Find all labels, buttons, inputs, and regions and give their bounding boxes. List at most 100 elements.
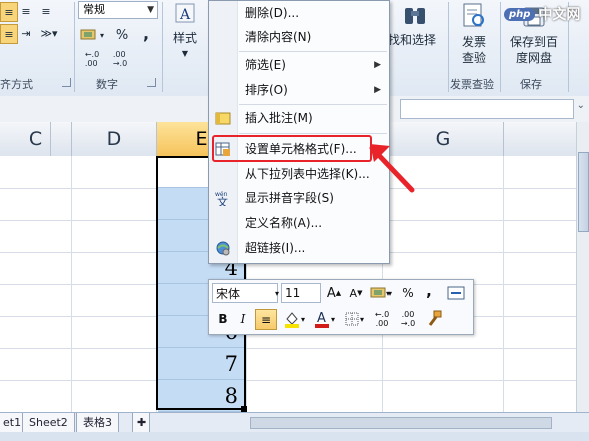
alignment-group-label: 齐方式 [0, 78, 33, 91]
increase-decimal-button[interactable]: ←.0 .00 [80, 48, 104, 70]
menu-item-label: 显示拼音字段(S) [245, 191, 334, 205]
ribbon-divider [162, 2, 163, 92]
currency-icon[interactable]: ▾ [80, 26, 104, 44]
number-format-select[interactable]: 常规 ▼ [78, 1, 158, 19]
grow-font-icon[interactable]: A ▲ [325, 283, 343, 303]
menu-item-clear-contents[interactable]: 清除内容(N) [209, 25, 389, 49]
styles-icon: A [175, 3, 195, 23]
ribbon-divider [74, 2, 75, 92]
cell-e8[interactable]: 8 [158, 380, 244, 412]
mini-toolbar: 宋体 ▾ 11 ▾ A ▲ A ▼ ▾ % , B I ≡ ▾ A ▾ ▾ ←.0.0… [208, 279, 474, 335]
chevron-down-icon: ▼ [147, 5, 154, 15]
shrink-font-icon[interactable]: A ▼ [347, 283, 365, 303]
merge-center-icon[interactable] [445, 283, 467, 303]
vertical-scrollbar[interactable] [576, 122, 589, 412]
justify-button[interactable]: ≡ [0, 24, 18, 44]
status-bar [0, 432, 589, 441]
menu-item-label: 插入批注(M) [245, 111, 313, 125]
orientation-icon[interactable]: ≫▾ [38, 24, 60, 42]
scrollbar-thumb[interactable] [578, 152, 589, 232]
font-name-value: 宋体 [216, 286, 241, 301]
watermark-logo: php 中文网 [504, 4, 588, 24]
horizontal-scrollbar[interactable] [250, 417, 552, 429]
svg-text:A: A [179, 7, 191, 23]
menu-separator [239, 104, 387, 105]
menu-item-define-name[interactable]: 定义名称(A)... [209, 211, 389, 235]
annotation-highlight-box [212, 135, 372, 162]
comma-button[interactable]: , [140, 24, 152, 43]
percent-button[interactable]: % [399, 283, 417, 303]
align-left-button[interactable]: ≡ [0, 2, 18, 22]
column-header-h[interactable] [504, 122, 577, 156]
font-size-value: 11 [285, 286, 301, 300]
font-color-icon[interactable]: A ▾ [311, 309, 337, 329]
decrease-decimal-icon[interactable]: .00 →.0 [397, 309, 419, 329]
comment-icon [215, 112, 231, 125]
column-header-d[interactable]: D [72, 122, 157, 156]
invoice-check-line2: 查验 [461, 51, 486, 65]
cell-e7[interactable]: 7 [158, 348, 244, 380]
alignment-dialog-launcher[interactable] [62, 78, 71, 87]
context-menu: 删除(D)... 清除内容(N) 筛选(E) ▶ 排序(O) ▶ 插入批注(M)… [208, 0, 390, 264]
menu-item-sort[interactable]: 排序(O) ▶ [209, 78, 389, 102]
number-dialog-launcher[interactable] [147, 78, 156, 87]
font-size-select[interactable]: 11 ▾ [281, 283, 390, 303]
styles-button[interactable]: A 样式 ▼ [166, 2, 204, 66]
find-select-label: 找和选择 [387, 33, 436, 47]
save-baidu-line2: 度网盘 [515, 51, 552, 65]
column-header-c[interactable]: C [0, 122, 72, 156]
ribbon-divider [500, 2, 501, 92]
fill-color-icon[interactable]: ▾ [281, 309, 307, 329]
watermark-text: 中文网 [538, 7, 581, 23]
borders-icon[interactable]: ▾ [341, 309, 367, 329]
grid-line [0, 348, 576, 349]
binoculars-icon [405, 8, 425, 24]
align-center-button[interactable]: ≡ [255, 309, 277, 330]
currency-icon[interactable]: ▾ [369, 283, 393, 303]
percent-button[interactable]: % [113, 26, 131, 44]
menu-item-label: 删除(D)... [245, 6, 300, 20]
svg-text:文: 文 [217, 195, 228, 206]
font-name-select[interactable]: 宋体 ▾ [212, 283, 279, 303]
invoice-search-icon [463, 3, 484, 27]
indent-button[interactable]: ⇥ [18, 24, 34, 42]
annotation-arrow-icon [369, 144, 415, 193]
new-sheet-icon[interactable]: ✚ [132, 413, 150, 433]
format-painter-icon[interactable] [423, 309, 445, 329]
menu-item-filter[interactable]: 筛选(E) ▶ [209, 53, 389, 77]
menu-item-pick-from-list[interactable]: 从下拉列表中选择(K)... [209, 162, 389, 186]
align-center-button[interactable]: ≡ [18, 2, 34, 20]
phonetic-icon: wén文 [215, 191, 228, 206]
svg-text:A: A [317, 311, 326, 326]
bold-button[interactable]: B [215, 309, 231, 329]
number-format-value: 常规 [83, 3, 105, 16]
save-baidu-line1: 保存到百 [509, 35, 558, 49]
menu-item-insert-comment[interactable]: 插入批注(M) [209, 106, 389, 130]
menu-item-label: 排序(O) [245, 83, 288, 97]
number-group-label: 数字 [96, 78, 118, 91]
menu-item-label: 清除内容(N) [245, 30, 312, 44]
menu-item-label: 定义名称(A)... [245, 216, 323, 230]
save-group-label: 保存 [520, 78, 542, 91]
increase-decimal-icon[interactable]: ←.0.00 [371, 309, 393, 329]
expand-formula-icon[interactable]: ⌄ [577, 100, 585, 111]
invoice-check-button[interactable]: 发票 查验 [452, 2, 496, 66]
menu-item-hyperlink[interactable]: 超链接(I)... [209, 236, 389, 260]
menu-item-label: 筛选(E) [245, 58, 286, 72]
sheet-tab-2[interactable]: Sheet2 [22, 413, 75, 433]
sheet-tab-bar: et1 Sheet2 表格3 ✚ [0, 412, 589, 433]
decrease-decimal-button[interactable]: .00 →.0 [108, 48, 132, 70]
chevron-down-icon: ▼ [181, 49, 189, 58]
submenu-arrow-icon: ▶ [374, 85, 381, 95]
grid-line [0, 380, 576, 381]
comma-button[interactable]: , [423, 281, 435, 301]
hyperlink-globe-icon [216, 241, 230, 256]
formula-input[interactable] [400, 99, 574, 119]
menu-item-delete[interactable]: 删除(D)... [209, 1, 389, 25]
sheet-tab-3[interactable]: 表格3 [76, 413, 119, 433]
italic-button[interactable]: I [235, 309, 251, 329]
find-select-button[interactable]: 找和选择 [388, 2, 440, 66]
ribbon-divider [448, 2, 449, 92]
align-right-button[interactable]: ≡ [38, 2, 54, 20]
menu-item-show-phonetic[interactable]: wén 文 显示拼音字段(S) [209, 186, 389, 210]
